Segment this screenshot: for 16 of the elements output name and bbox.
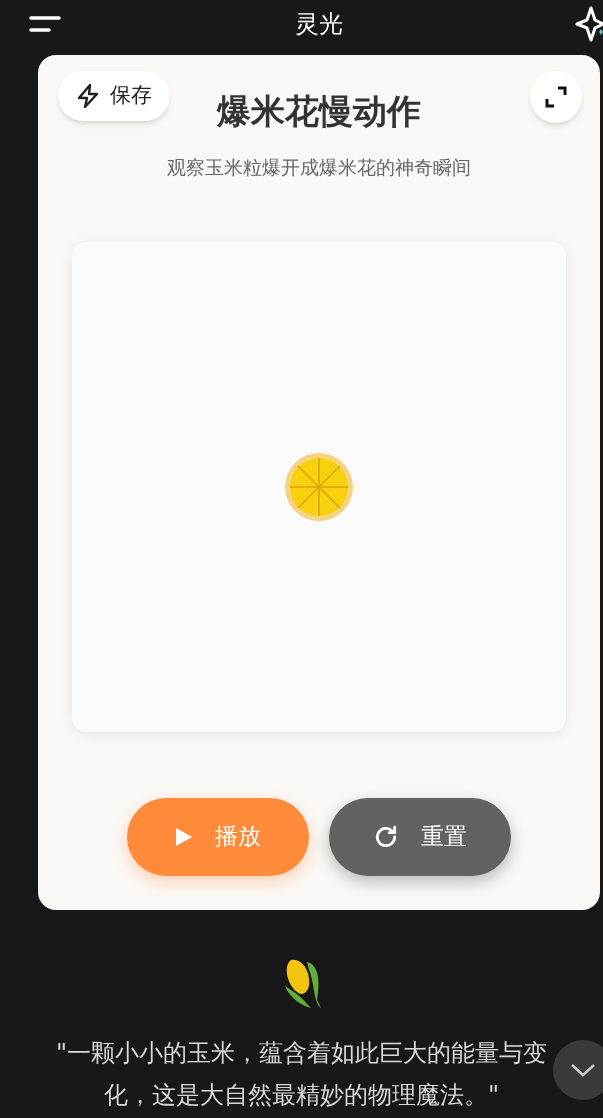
- chevron-down-icon: [570, 1062, 596, 1078]
- card-subtitle: 观察玉米粒爆开成爆米花的神奇瞬间: [167, 155, 471, 180]
- save-button[interactable]: 保存: [58, 71, 170, 121]
- sparkle-icon[interactable]: [575, 4, 603, 44]
- lightning-icon: [76, 83, 100, 109]
- fullscreen-button[interactable]: [530, 71, 582, 123]
- card-title: 爆米花慢动作: [217, 90, 421, 133]
- reset-icon: [373, 823, 399, 850]
- menu-icon[interactable]: [28, 14, 62, 34]
- corn-kernel-icon: [283, 450, 355, 523]
- reset-button[interactable]: 重置: [329, 797, 511, 876]
- scroll-down-button[interactable]: [553, 1040, 603, 1100]
- app-title: 灵光: [294, 9, 343, 40]
- play-icon: [175, 826, 193, 847]
- quote-text: "一颗小小的玉米，蕴含着如此巨大的能量与变化，这是大自然最精妙的物理魔法。": [54, 1038, 548, 1111]
- expand-icon: [544, 85, 568, 109]
